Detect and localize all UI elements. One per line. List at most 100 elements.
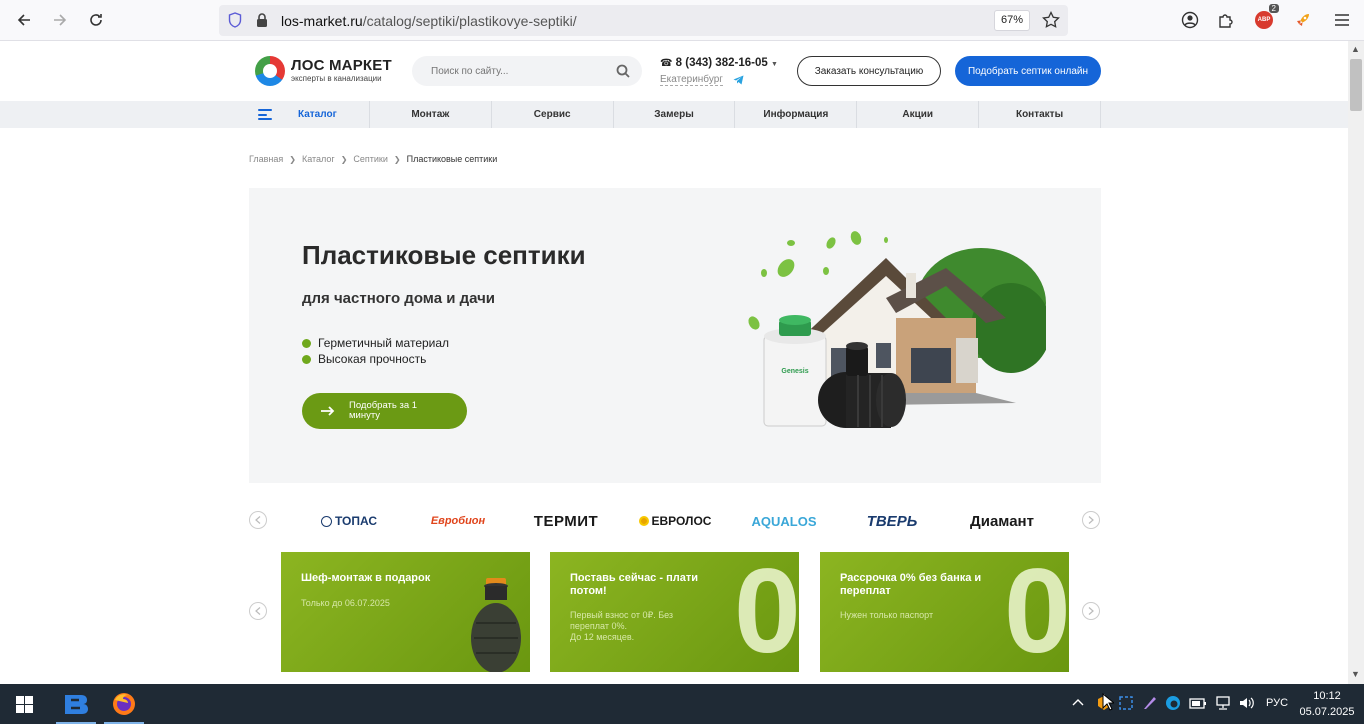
rocket-extension-button[interactable] bbox=[1292, 9, 1314, 31]
nav-item-service[interactable]: Сервис bbox=[492, 101, 614, 128]
tray-overflow-icon[interactable] bbox=[1071, 697, 1085, 710]
brand-logo-evrolos[interactable]: ЕВРОЛОС bbox=[632, 509, 718, 533]
promo-big-zero: 0 bbox=[734, 552, 799, 672]
search-icon[interactable] bbox=[616, 64, 630, 78]
firefox-icon bbox=[113, 693, 135, 715]
page-subtitle: для частного дома и дачи bbox=[302, 290, 496, 307]
url-text[interactable]: los-market.ru/catalog/septiki/plastikovy… bbox=[281, 13, 577, 29]
breadcrumb-current: Пластиковые септики bbox=[406, 154, 498, 164]
forward-button[interactable] bbox=[48, 8, 72, 32]
tray-pen-icon[interactable] bbox=[1142, 695, 1158, 714]
reload-icon bbox=[90, 14, 102, 26]
check-icon bbox=[302, 354, 311, 364]
promo-title: Шеф-монтаж в подарок bbox=[301, 572, 431, 584]
scrollbar-thumb[interactable] bbox=[1350, 59, 1362, 111]
extensions-button[interactable] bbox=[1215, 9, 1237, 31]
hero-banner: Пластиковые септики для частного дома и … bbox=[249, 188, 1101, 483]
shield-icon[interactable] bbox=[228, 12, 242, 28]
windows-taskbar: РУС 10:12 05.07.2025 bbox=[0, 684, 1364, 724]
tray-volume-icon[interactable] bbox=[1238, 695, 1256, 714]
brand-logo-topas[interactable]: ТОПАС bbox=[314, 509, 384, 533]
arrow-right-icon bbox=[321, 406, 335, 416]
nav-item-contacts[interactable]: Контакты bbox=[979, 101, 1101, 128]
adblock-extension-button[interactable]: ABP 2 bbox=[1253, 4, 1279, 31]
back-button[interactable] bbox=[12, 8, 36, 32]
reload-button[interactable] bbox=[84, 8, 108, 32]
main-navigation: Каталог Монтаж Сервис Замеры Информация … bbox=[0, 101, 1348, 128]
promo-big-zero: 0 bbox=[1004, 552, 1069, 672]
tray-edge-icon[interactable] bbox=[1165, 695, 1181, 714]
page-title: Пластиковые септики bbox=[302, 240, 586, 270]
catalog-menu-icon[interactable] bbox=[258, 109, 272, 120]
tray-battery-icon[interactable] bbox=[1189, 695, 1207, 714]
breadcrumb: Главная ❯ Каталог ❯ Септики ❯ Пластиковы… bbox=[249, 154, 497, 164]
search-input[interactable] bbox=[412, 56, 612, 86]
site-logo[interactable]: ЛОС МАРКЕТ эксперты в канализации bbox=[255, 56, 392, 86]
check-icon bbox=[302, 338, 311, 348]
breadcrumb-septics[interactable]: Септики bbox=[353, 154, 388, 164]
house-and-septic-tank-image: Genesis bbox=[748, 231, 1046, 428]
address-bar[interactable]: los-market.ru/catalog/septiki/plastikovy… bbox=[219, 5, 1068, 36]
promo-text: Только до 06.07.2025 bbox=[301, 598, 390, 608]
promo-text: Нужен только паспорт bbox=[840, 610, 934, 620]
site-search bbox=[412, 56, 642, 86]
pick-in-one-minute-button[interactable]: Подобрать за 1 минуту bbox=[302, 393, 467, 429]
system-clock[interactable]: 10:12 05.07.2025 bbox=[1296, 688, 1358, 720]
keyboard-language[interactable]: РУС bbox=[1266, 697, 1288, 709]
promo-card-pay-later[interactable]: 0 Поставь сейчас - плати потом! Первый в… bbox=[550, 552, 799, 672]
phone-number[interactable]: ☎ 8 (343) 382-16-05 ▼ bbox=[660, 57, 778, 69]
telegram-icon[interactable] bbox=[733, 75, 744, 85]
scroll-up-icon[interactable]: ▲ bbox=[1351, 44, 1360, 54]
feature-item: Высокая прочность bbox=[302, 352, 426, 366]
nav-item-information[interactable]: Информация bbox=[735, 101, 858, 128]
pick-septic-online-button[interactable]: Подобрать септик онлайн bbox=[955, 56, 1101, 86]
windows-start-icon[interactable] bbox=[16, 696, 33, 713]
promo-title: Рассрочка 0% без банка и переплат bbox=[840, 572, 982, 598]
page-scrollbar[interactable]: ▲ ▼ bbox=[1348, 41, 1364, 684]
nav-item-installation[interactable]: Монтаж bbox=[370, 101, 492, 128]
brand-logo-eurobion[interactable]: Евробион bbox=[425, 509, 491, 533]
breadcrumb-catalog[interactable]: Каталог bbox=[302, 154, 335, 164]
browser-toolbar: los-market.ru/catalog/septiki/plastikovy… bbox=[0, 0, 1364, 41]
scroll-down-icon[interactable]: ▼ bbox=[1351, 669, 1360, 679]
mouse-cursor-icon bbox=[1102, 693, 1114, 711]
zoom-level[interactable]: 67% bbox=[993, 10, 1030, 31]
promos-prev-button[interactable] bbox=[249, 602, 267, 620]
topas-circle-icon bbox=[320, 515, 332, 527]
nav-item-promotions[interactable]: Акции bbox=[857, 101, 980, 128]
brands-next-button[interactable] bbox=[1082, 511, 1100, 529]
bookmark-star-icon[interactable] bbox=[1042, 11, 1060, 29]
order-consultation-button[interactable]: Заказать консультацию bbox=[797, 56, 941, 86]
brand-logo-termit[interactable]: ТЕРМИТ bbox=[523, 509, 609, 533]
brand-logo-diamant[interactable]: Диамант bbox=[957, 509, 1047, 533]
chevron-right-icon bbox=[1088, 516, 1094, 524]
taskbar-app-firefox[interactable] bbox=[100, 684, 148, 724]
brand-logo-aqualos[interactable]: AQUALOS bbox=[745, 509, 823, 533]
chevron-right-icon bbox=[1088, 607, 1094, 615]
sun-flower-icon bbox=[638, 516, 649, 526]
promo-card-free-installation[interactable]: Шеф-монтаж в подарок Только до 06.07.202… bbox=[281, 552, 530, 672]
taskbar-app-b[interactable] bbox=[52, 684, 100, 724]
puzzle-icon bbox=[1219, 14, 1233, 28]
brands-prev-button[interactable] bbox=[249, 511, 267, 529]
city-selector[interactable]: Екатеринбург bbox=[660, 74, 723, 86]
tray-snipping-icon[interactable] bbox=[1118, 695, 1134, 714]
promo-card-installment[interactable]: 0 Рассрочка 0% без банка и переплат Нуже… bbox=[820, 552, 1069, 672]
app-menu-button[interactable] bbox=[1331, 9, 1353, 31]
chevron-left-icon bbox=[255, 516, 261, 524]
promo-title: Поставь сейчас - плати потом! bbox=[570, 572, 698, 598]
site-header: ЛОС МАРКЕТ эксперты в канализации ☎ 8 (3… bbox=[0, 41, 1348, 101]
septic-tank-image bbox=[471, 578, 521, 672]
chevron-right-icon: ❯ bbox=[289, 154, 296, 164]
logo-mark-icon bbox=[255, 56, 285, 86]
brand-logo-tver[interactable]: ТВЕРЬ bbox=[858, 509, 926, 533]
breadcrumb-home[interactable]: Главная bbox=[249, 154, 283, 164]
logo-tagline: эксперты в канализации bbox=[291, 74, 382, 84]
chevron-down-icon: ▼ bbox=[770, 61, 778, 68]
lock-icon[interactable] bbox=[256, 12, 268, 28]
promos-next-button[interactable] bbox=[1082, 602, 1100, 620]
chevron-right-icon: ❯ bbox=[340, 154, 348, 164]
nav-item-measurements[interactable]: Замеры bbox=[614, 101, 736, 128]
tray-network-icon[interactable] bbox=[1214, 695, 1232, 714]
account-button[interactable] bbox=[1179, 9, 1201, 31]
